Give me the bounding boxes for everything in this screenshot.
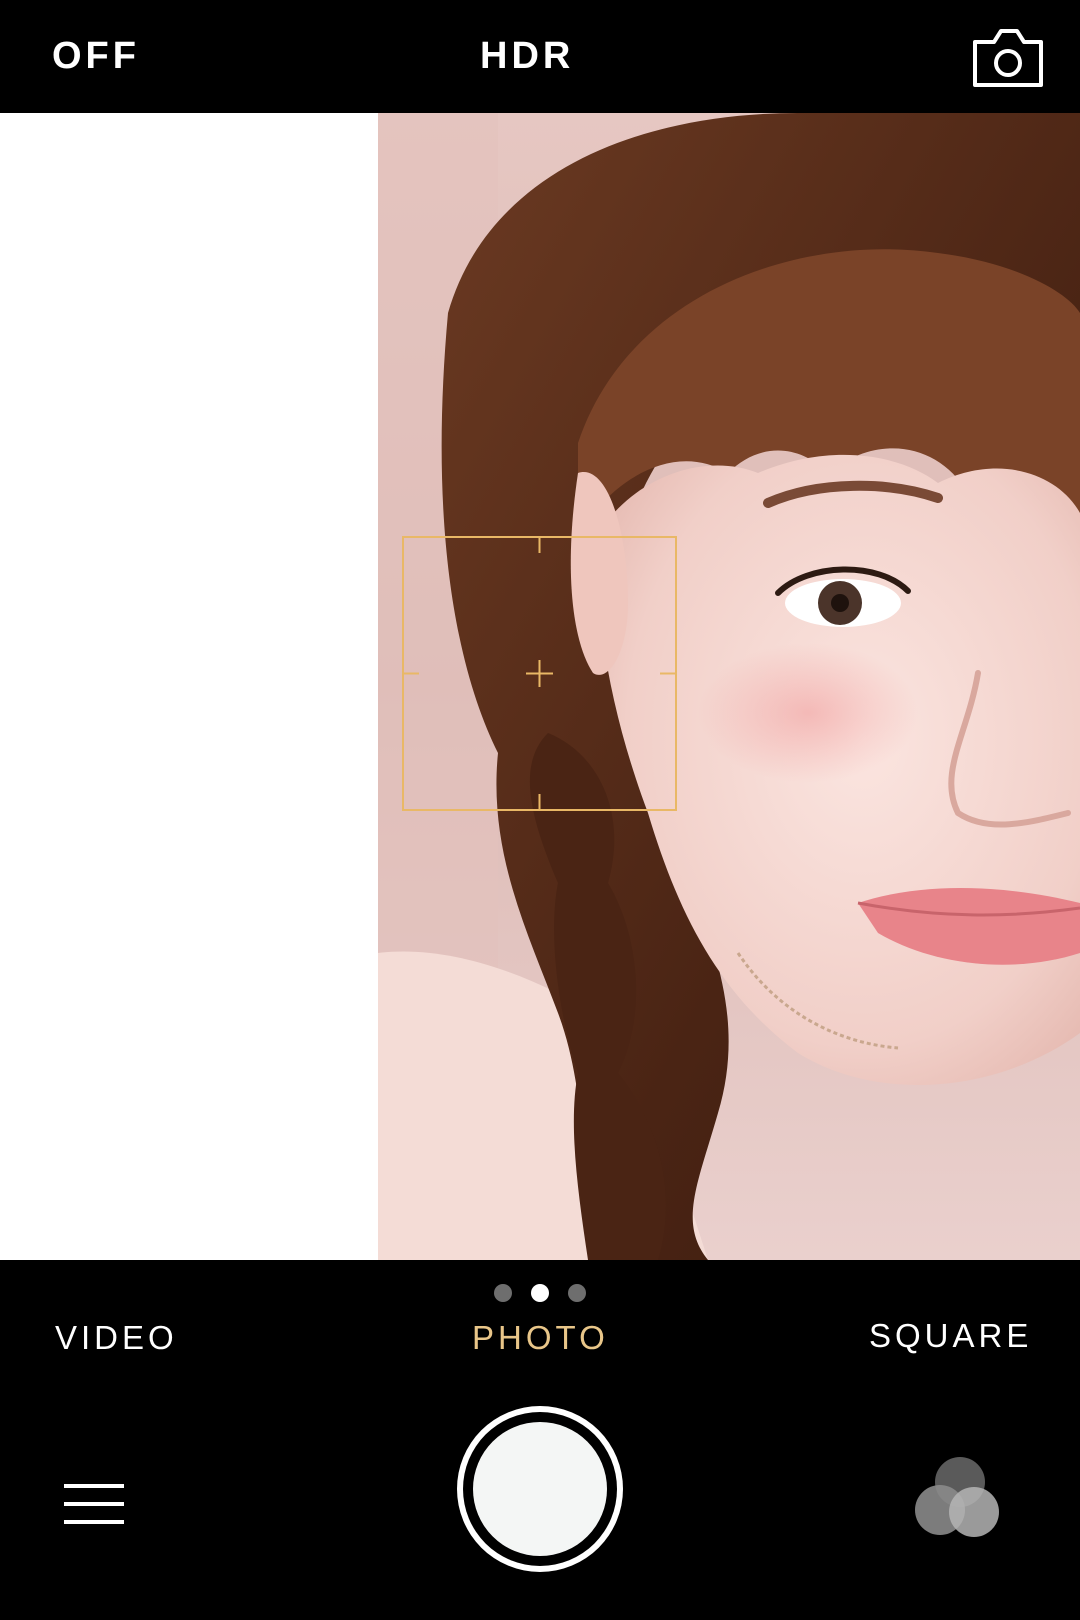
blank-panel	[0, 113, 378, 1260]
viewfinder[interactable]	[0, 113, 1080, 1260]
focus-crosshair-icon[interactable]	[402, 536, 677, 811]
filters-circles-icon[interactable]	[914, 1454, 1006, 1544]
hamburger-menu-icon[interactable]	[64, 1482, 126, 1526]
shutter-core	[473, 1422, 607, 1556]
page-dot	[568, 1284, 586, 1302]
hdr-toggle[interactable]: HDR	[480, 34, 574, 78]
flash-toggle[interactable]: OFF	[52, 34, 140, 78]
page-dot-active	[531, 1284, 549, 1302]
page-indicator	[492, 1284, 592, 1304]
mode-square[interactable]: SQUARE	[869, 1316, 1032, 1356]
top-bar: OFF HDR	[0, 0, 1080, 113]
page-dot	[494, 1284, 512, 1302]
mode-video[interactable]: VIDEO	[55, 1318, 178, 1358]
camera-switch-icon[interactable]	[972, 26, 1044, 90]
bottom-controls: VIDEO PHOTO SQUARE	[0, 1260, 1080, 1620]
mode-photo[interactable]: PHOTO	[472, 1318, 609, 1358]
shutter-button[interactable]	[457, 1406, 623, 1572]
